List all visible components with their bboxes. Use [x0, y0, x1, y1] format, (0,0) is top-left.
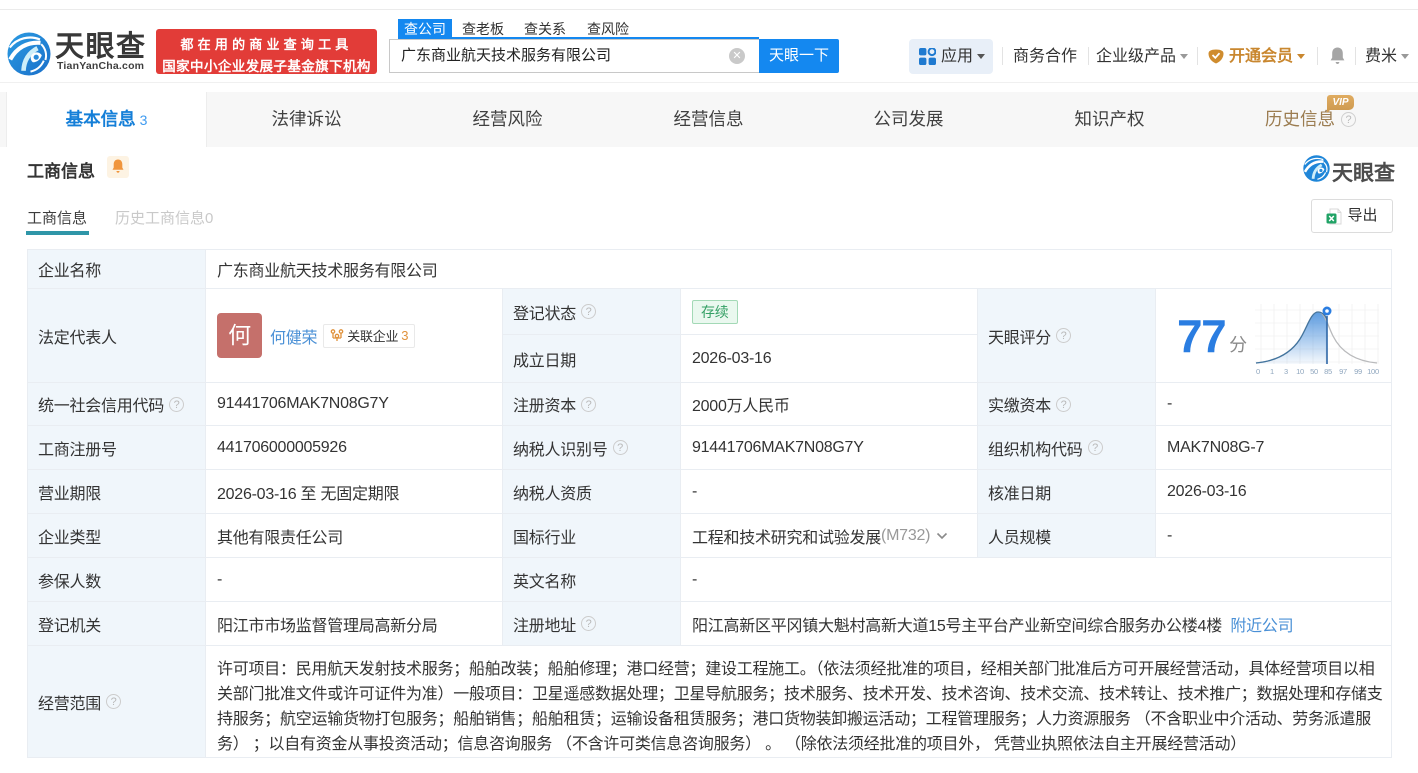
svg-text:100: 100 [1367, 367, 1379, 376]
svg-text:1: 1 [1270, 367, 1274, 376]
svg-text:10: 10 [1296, 367, 1304, 376]
svg-text:99: 99 [1354, 367, 1362, 376]
svg-text:50: 50 [1310, 367, 1318, 376]
svg-text:0: 0 [1256, 367, 1260, 376]
svg-text:85: 85 [1324, 367, 1332, 376]
svg-text:3: 3 [1284, 367, 1288, 376]
svg-text:97: 97 [1339, 367, 1347, 376]
